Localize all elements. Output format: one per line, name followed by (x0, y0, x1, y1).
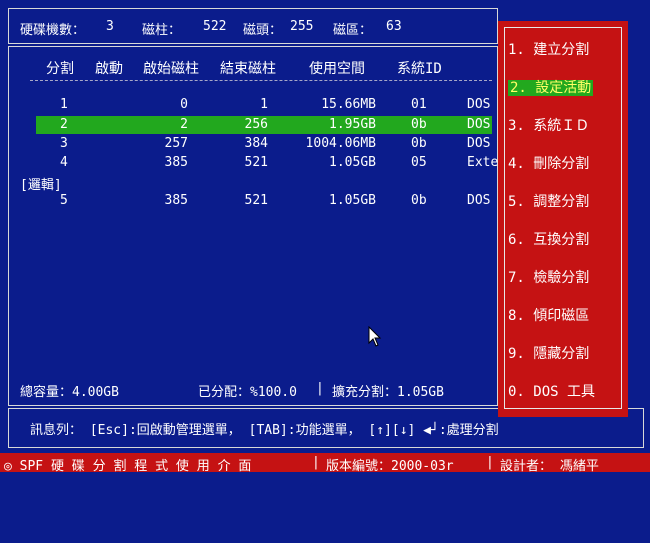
designer-label: 設計者： 馮緒平 (500, 459, 599, 474)
cylinder-label: 磁柱： (142, 23, 182, 38)
menu-item-label: 6. 互換分割 (508, 232, 590, 248)
col-boot: 啟動 (95, 61, 123, 77)
menu-item-label: 5. 調整分割 (508, 194, 590, 210)
logical-label: [邏輯] (20, 178, 62, 193)
menu-item-7[interactable]: 7. 檢驗分割 (508, 267, 589, 287)
menu-item-2[interactable]: 2. 設定活動 (508, 77, 594, 97)
cell-end: 256 (244, 117, 268, 132)
cell-end: 521 (244, 193, 268, 208)
col-sysid: 系統ID (397, 61, 442, 77)
cell-partition: 1 (60, 97, 68, 112)
table-row[interactable]: 1 0 1 15.66MB 01 DOS (20, 96, 492, 114)
sector-value: 63 (386, 19, 402, 34)
cell-partition: 4 (60, 155, 68, 170)
menu-item-label: 3. 系統ＩＤ (508, 118, 590, 134)
cell-start: 385 (164, 155, 188, 170)
cell-size: 1.95GB (329, 117, 376, 132)
cell-partition: 3 (60, 136, 68, 151)
table-row[interactable]: 5 385 521 1.05GB 0b DOS (20, 192, 492, 210)
cell-size: 1.05GB (329, 155, 376, 170)
col-size: 使用空間 (309, 61, 365, 77)
cell-start: 0 (180, 97, 188, 112)
menu-item-label: 7. 檢驗分割 (508, 270, 590, 286)
cell-size: 15.66MB (321, 97, 376, 112)
cell-partition: 2 (60, 117, 68, 132)
cell-sysid: 0b (411, 117, 427, 132)
menu-item-3[interactable]: 3. 系統ＩＤ (508, 115, 589, 135)
menu-item-5[interactable]: 5. 調整分割 (508, 191, 589, 211)
head-value: 255 (290, 19, 314, 34)
message-line: 訊息列： [Esc]:回啟動管理選單， [TAB]:功能選單， [↑][↓] ◀… (30, 423, 499, 438)
cell-end: 384 (244, 136, 268, 151)
status-divider-1: | (312, 455, 320, 470)
allocated-percent: 已分配：%100.0 (198, 385, 297, 400)
cylinder-value: 522 (203, 19, 227, 34)
menu-item-1[interactable]: 1. 建立分割 (508, 39, 589, 59)
cell-partition: 5 (60, 193, 68, 208)
cell-end: 521 (244, 155, 268, 170)
cell-end: 1 (260, 97, 268, 112)
sector-label: 磁區： (333, 23, 373, 38)
table-row[interactable]: 3 257 384 1004.06MB 0b DOS (20, 135, 492, 153)
total-capacity: 總容量：4.00GB (20, 385, 119, 400)
status-bar: ◎ SPF 硬 碟 分 割 程 式 使 用 介 面 | 版本編號：2000-03… (0, 453, 650, 474)
function-menu: 1. 建立分割 2. 設定活動 3. 系統ＩＤ 4. 刪除分割 5. 調整分割 6. 互換… (498, 21, 628, 417)
program-title: ◎ SPF 硬 碟 分 割 程 式 使 用 介 面 (4, 459, 252, 474)
header-divider (30, 80, 492, 81)
cell-type: Exte (467, 155, 499, 170)
col-start: 啟始磁柱 (143, 61, 199, 77)
status-divider-2: | (486, 455, 494, 470)
menu-item-label: 4. 刪除分割 (508, 156, 590, 172)
summary-divider: | (316, 381, 324, 396)
version-label: 版本編號：2000-03r (326, 459, 454, 474)
cell-sysid: 05 (411, 155, 427, 170)
col-partition: 分割 (46, 61, 74, 77)
menu-item-label: 0. DOS 工具 (508, 384, 596, 400)
menu-item-4[interactable]: 4. 刪除分割 (508, 153, 589, 173)
cell-size: 1.05GB (329, 193, 376, 208)
cell-start: 2 (180, 117, 188, 132)
cell-type: DOS (467, 97, 491, 112)
menu-item-label: 2. 設定活動 (508, 80, 594, 96)
disk-count-value: 3 (106, 19, 114, 34)
cell-size: 1004.06MB (305, 136, 376, 151)
cell-sysid: 0b (411, 136, 427, 151)
extended-partition: 擴充分割：1.05GB (332, 385, 444, 400)
disk-count-label: 硬碟機數： (20, 23, 86, 38)
cell-type: DOS (467, 136, 491, 151)
mouse-pointer-icon (368, 326, 382, 347)
table-row[interactable]: 2 2 256 1.95GB 0b DOS (36, 116, 492, 134)
menu-item-6[interactable]: 6. 互換分割 (508, 229, 589, 249)
menu-item-8[interactable]: 8. 傾印磁區 (508, 305, 589, 325)
menu-item-9[interactable]: 9. 隱藏分割 (508, 343, 589, 363)
head-label: 磁頭： (243, 23, 283, 38)
menu-item-label: 9. 隱藏分割 (508, 346, 590, 362)
cell-sysid: 0b (411, 193, 427, 208)
menu-item-10[interactable]: 0. DOS 工具 (508, 381, 595, 401)
cell-start: 385 (164, 193, 188, 208)
table-row[interactable]: 4 385 521 1.05GB 05 Exte (20, 154, 498, 172)
col-end: 結束磁柱 (220, 61, 276, 77)
cell-sysid: 01 (411, 97, 427, 112)
cell-type: DOS (467, 193, 491, 208)
cell-start: 257 (164, 136, 188, 151)
menu-item-label: 8. 傾印磁區 (508, 308, 590, 324)
cell-type: DOS (467, 117, 491, 132)
menu-item-label: 1. 建立分割 (508, 42, 590, 58)
